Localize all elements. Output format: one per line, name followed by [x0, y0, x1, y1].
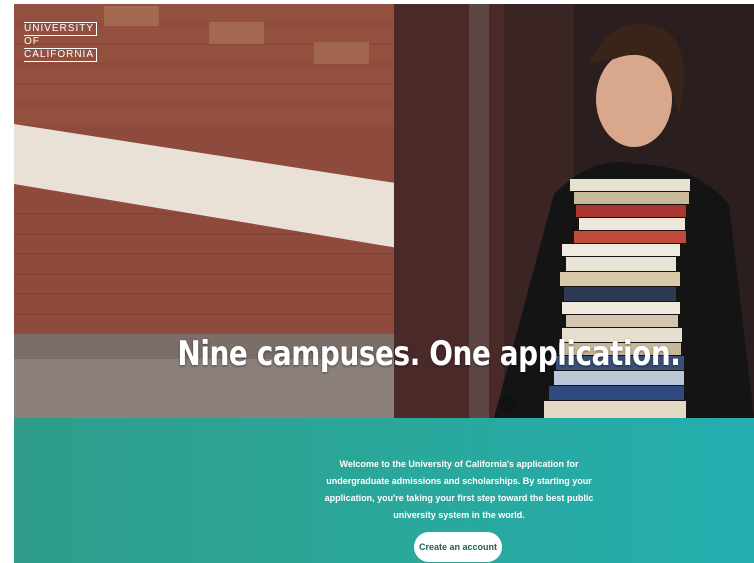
- logo-line-california: CALIFORNIA: [24, 48, 98, 62]
- logo-line-university: UNIVERSITY: [24, 22, 98, 36]
- page-frame: UNIVERSITY OF CALIFORNIA Nine campuses. …: [14, 4, 754, 563]
- logo-line-of: OF: [24, 36, 40, 47]
- intro-text: Welcome to the University of California'…: [324, 459, 594, 520]
- create-account-button[interactable]: Create an account: [414, 532, 502, 562]
- hero-banner: UNIVERSITY OF CALIFORNIA Nine campuses. …: [14, 4, 754, 418]
- intro-band: Welcome to the University of California'…: [14, 418, 754, 563]
- hero-title: Nine campuses. One application.: [176, 334, 680, 374]
- uc-logo[interactable]: UNIVERSITY OF CALIFORNIA: [24, 22, 98, 62]
